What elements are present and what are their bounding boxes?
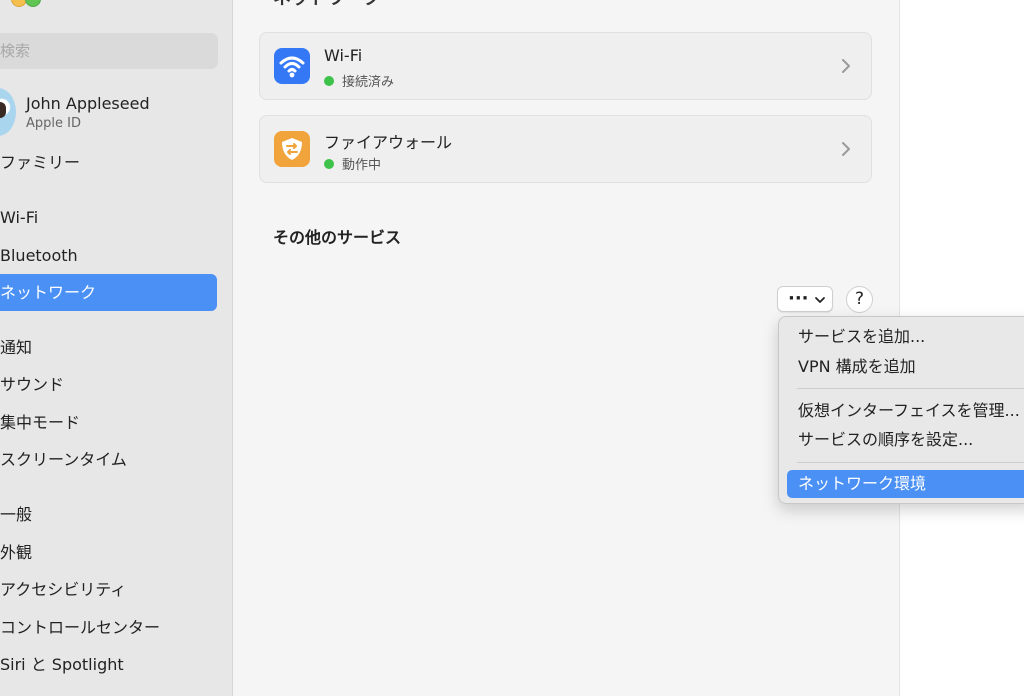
account-subtitle: Apple ID — [26, 116, 81, 131]
menu-item-add-service[interactable]: サービスを追加... — [787, 323, 1024, 351]
sidebar: John Appleseed Apple ID ファミリー Wi-Fi Blue… — [0, 0, 233, 696]
firewall-status-text: 動作中 — [342, 158, 382, 173]
menu-separator — [797, 462, 1024, 463]
sidebar-item-network[interactable]: ネットワーク — [0, 274, 217, 311]
zoom-window-button[interactable] — [25, 0, 41, 7]
sidebar-item-siri-spotlight[interactable]: Siri と Spotlight — [0, 650, 232, 680]
chevron-right-icon — [842, 142, 850, 156]
sidebar-item-appearance[interactable]: 外観 — [0, 538, 232, 568]
apple-id-account[interactable]: John Appleseed Apple ID — [0, 88, 232, 138]
account-name: John Appleseed — [26, 94, 150, 113]
firewall-service-status: 動作中 — [324, 154, 381, 173]
wifi-service-row[interactable]: Wi-Fi 接続済み — [259, 32, 872, 100]
sidebar-item-general[interactable]: 一般 — [0, 500, 232, 530]
avatar — [0, 88, 16, 136]
other-services-heading: その他のサービス — [273, 228, 402, 247]
status-dot-icon — [324, 158, 334, 169]
help-button[interactable]: ? — [846, 286, 873, 313]
wifi-service-status: 接続済み — [324, 71, 394, 90]
wifi-status-text: 接続済み — [342, 75, 395, 90]
firewall-service-title: ファイアウォール — [324, 133, 453, 152]
search-input[interactable] — [0, 42, 200, 60]
wifi-service-title: Wi-Fi — [324, 46, 363, 65]
chevron-right-icon — [842, 59, 850, 73]
more-actions-button[interactable]: ··· — [777, 286, 833, 312]
chevron-down-icon — [815, 297, 825, 303]
firewall-shield-icon — [274, 131, 310, 167]
menu-item-set-service-order[interactable]: サービスの順序を設定... — [787, 426, 1024, 454]
sidebar-item-control-center[interactable]: コントロールセンター — [0, 613, 232, 643]
sidebar-item-screen-time[interactable]: スクリーンタイム — [0, 445, 232, 475]
ellipsis-icon: ··· — [788, 288, 809, 309]
menu-item-manage-virtual-interfaces[interactable]: 仮想インターフェイスを管理... — [787, 397, 1024, 425]
search-field[interactable] — [0, 33, 218, 69]
status-dot-icon — [324, 75, 334, 86]
sidebar-item-notifications[interactable]: 通知 — [0, 333, 232, 363]
wifi-icon — [274, 48, 310, 84]
sidebar-item-family[interactable]: ファミリー — [0, 148, 232, 178]
sidebar-item-wifi[interactable]: Wi-Fi — [0, 203, 232, 233]
page-title: ネットワーク — [273, 0, 381, 10]
more-actions-menu: サービスを追加... VPN 構成を追加 仮想インターフェイスを管理... サー… — [778, 316, 1024, 504]
firewall-service-row[interactable]: ファイアウォール 動作中 — [259, 115, 872, 183]
sidebar-item-sound[interactable]: サウンド — [0, 370, 232, 400]
menu-item-locations[interactable]: ネットワーク環境 — [787, 470, 1024, 498]
sidebar-item-accessibility[interactable]: アクセシビリティ — [0, 575, 232, 605]
sidebar-item-bluetooth[interactable]: Bluetooth — [0, 241, 232, 271]
menu-separator — [797, 388, 1024, 389]
menu-item-add-vpn[interactable]: VPN 構成を追加 — [787, 353, 1024, 381]
sidebar-item-focus[interactable]: 集中モード — [0, 408, 232, 438]
